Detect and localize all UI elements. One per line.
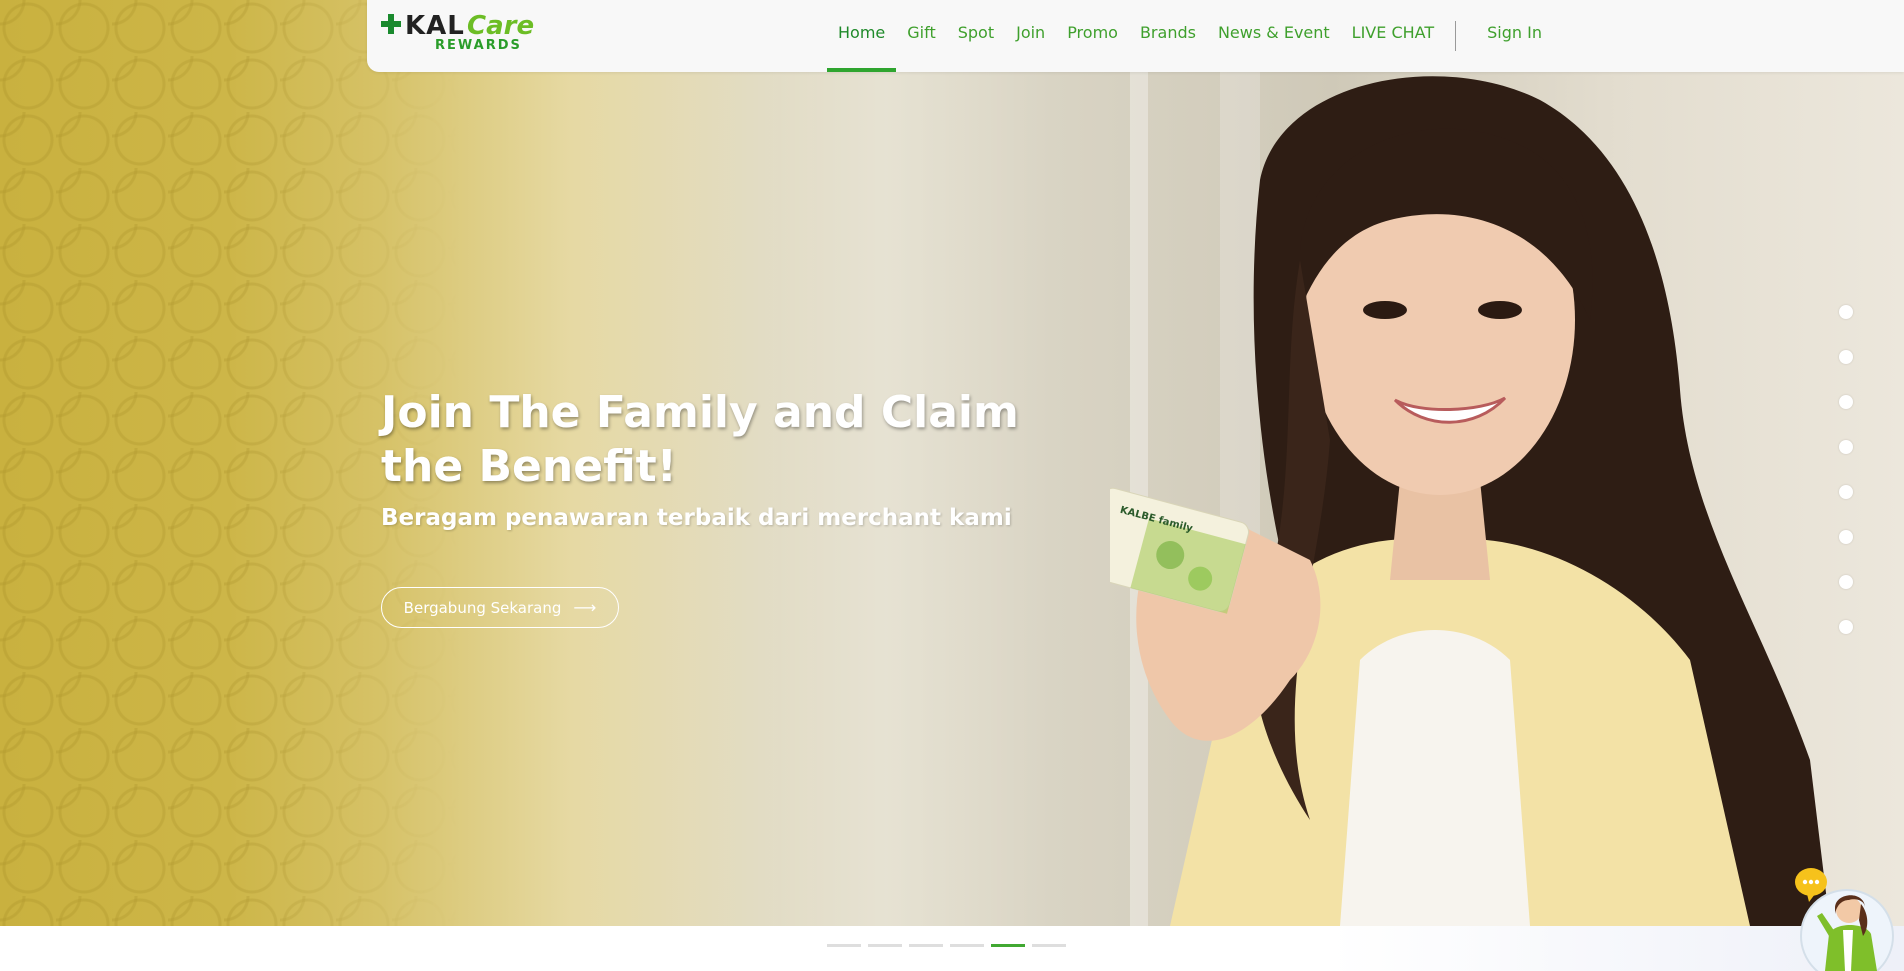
top-navbar: KAL Care REWARDS Home Gift Spot Join Pro… — [367, 0, 1904, 72]
join-now-button[interactable]: Bergabung Sekarang ⟶ — [381, 587, 619, 628]
logo-kal-text: KAL — [405, 11, 465, 41]
carousel-indicator[interactable] — [909, 944, 943, 947]
hero-model-image: KALBE family — [1110, 76, 1830, 926]
vertical-slide-dots — [1839, 305, 1853, 665]
slide-dot[interactable] — [1839, 440, 1853, 454]
cross-plus-icon — [381, 14, 401, 34]
carousel-indicator-active[interactable] — [991, 944, 1025, 947]
carousel-indicator[interactable] — [1032, 944, 1066, 947]
kalcare-rewards-logo[interactable]: KAL Care REWARDS — [381, 11, 535, 56]
carousel-indicators — [827, 944, 1066, 947]
carousel-indicator[interactable] — [950, 944, 984, 947]
arrow-right-icon: ⟶ — [573, 598, 597, 617]
hero-subtitle: Beragam penawaran terbaik dari merchant … — [381, 505, 1012, 531]
nav-join[interactable]: Join — [1005, 0, 1056, 72]
slide-dot[interactable] — [1839, 350, 1853, 364]
nav-live-chat[interactable]: LIVE CHAT — [1341, 0, 1445, 72]
slide-dot[interactable] — [1839, 485, 1853, 499]
slide-dot[interactable] — [1839, 620, 1853, 634]
slide-dot[interactable] — [1839, 575, 1853, 589]
slide-dot[interactable] — [1839, 395, 1853, 409]
slide-dot[interactable] — [1839, 305, 1853, 319]
nav-divider — [1455, 21, 1457, 51]
live-chat-mascot-icon[interactable] — [1795, 864, 1895, 971]
nav-spot[interactable]: Spot — [947, 0, 1005, 72]
nav-home[interactable]: Home — [827, 0, 897, 72]
nav-brands[interactable]: Brands — [1129, 0, 1207, 72]
carousel-indicator[interactable] — [827, 944, 861, 947]
logo-care-text: Care — [467, 11, 535, 41]
slide-dot[interactable] — [1839, 530, 1853, 544]
carousel-indicator[interactable] — [868, 944, 902, 947]
nav-promo[interactable]: Promo — [1056, 0, 1129, 72]
logo-rewards-text: REWARDS — [435, 38, 522, 53]
sign-in-link[interactable]: Sign In — [1476, 0, 1553, 72]
nav-news-event[interactable]: News & Event — [1207, 0, 1341, 72]
join-now-label: Bergabung Sekarang — [403, 598, 562, 617]
hero-title: Join The Family and Claim the Benefit! — [381, 387, 1019, 492]
nav-gift[interactable]: Gift — [896, 0, 946, 72]
nav-links: Home Gift Spot Join Promo Brands News & … — [827, 0, 1553, 72]
